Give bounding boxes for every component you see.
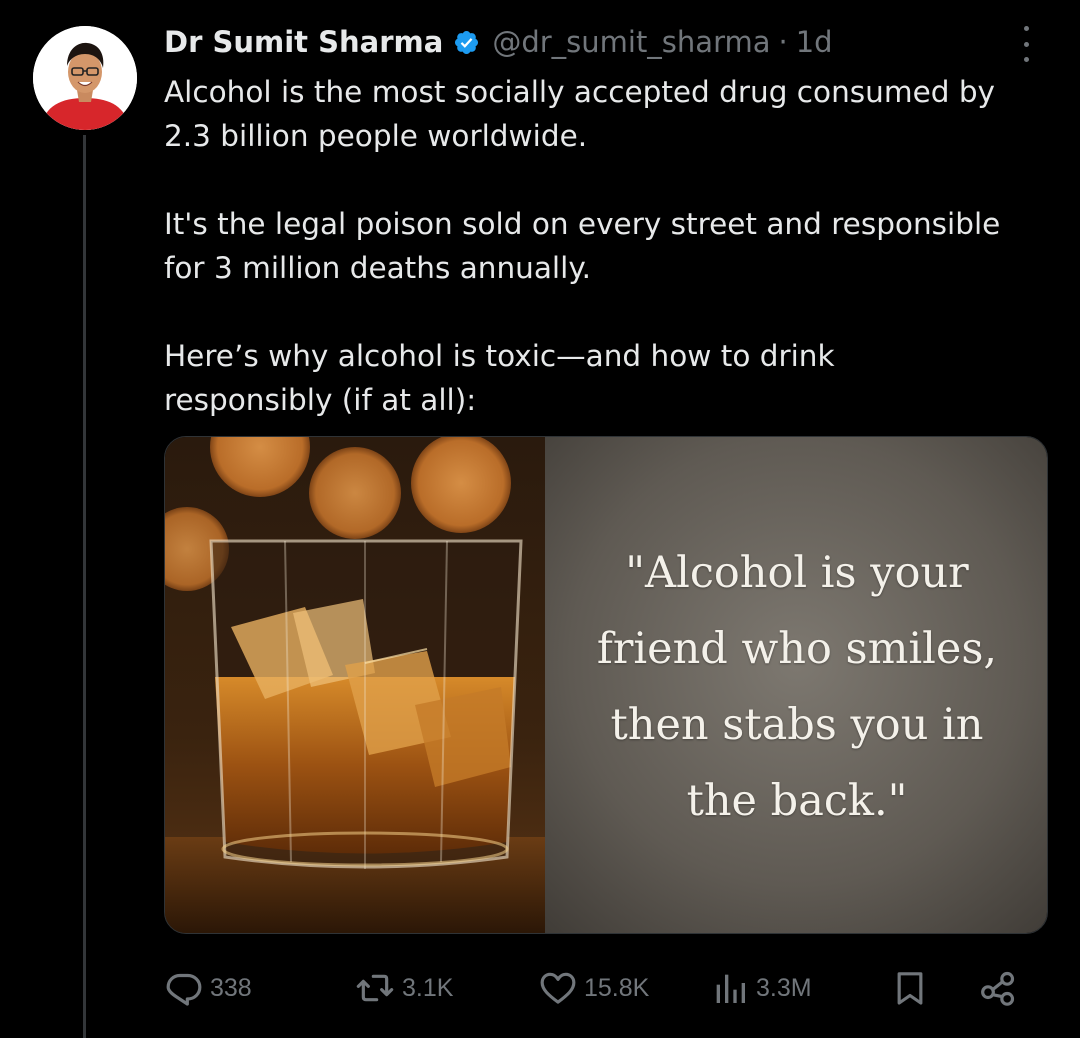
repost-button[interactable]: 3.1K xyxy=(354,964,453,1012)
views-button[interactable]: 3.3M xyxy=(710,964,812,1012)
reply-icon xyxy=(166,973,202,1006)
like-count: 15.8K xyxy=(584,973,650,1002)
tweet-paragraph: Here’s why alcohol is toxic—and how to d… xyxy=(164,334,1054,422)
tweet-paragraph: It's the legal poison sold on every stre… xyxy=(164,202,1054,290)
quote-line: friend who smiles, xyxy=(596,624,998,674)
tweet-text: Alcohol is the most socially accepted dr… xyxy=(164,70,1054,422)
share-button[interactable] xyxy=(978,964,1018,1012)
repost-icon xyxy=(356,974,394,1002)
quote-line: then stabs you in xyxy=(610,700,984,750)
tweet-action-bar: 338 3.1K 15.8K 3.3M xyxy=(164,964,1044,1012)
tweet-header: Dr Sumit Sharma @dr_sumit_sharma · 1d xyxy=(164,20,1044,64)
views-icon xyxy=(716,974,745,1003)
tweet-line: It's the legal poison sold on every stre… xyxy=(164,207,1001,241)
avatar[interactable] xyxy=(33,26,137,130)
quote-line: the back." xyxy=(686,776,908,826)
tweet-line: for 3 million deaths annually. xyxy=(164,251,591,285)
bookmark-icon xyxy=(897,972,923,1005)
views-count: 3.3M xyxy=(756,973,812,1002)
repost-count: 3.1K xyxy=(402,973,454,1002)
author-display-name[interactable]: Dr Sumit Sharma xyxy=(164,25,443,59)
bookmark-button[interactable] xyxy=(890,964,930,1012)
thread-connector-line xyxy=(83,135,86,1038)
time-separator: · xyxy=(778,25,788,59)
verified-badge-icon xyxy=(455,30,479,54)
tweet-paragraph: Alcohol is the most socially accepted dr… xyxy=(164,70,1054,158)
like-icon xyxy=(540,972,576,1004)
reply-button[interactable]: 338 xyxy=(164,964,252,1012)
tweet-line: Alcohol is the most socially accepted dr… xyxy=(164,75,995,109)
tweet-line: 2.3 billion people worldwide. xyxy=(164,119,588,153)
like-button[interactable]: 15.8K xyxy=(538,964,649,1012)
share-icon xyxy=(981,971,1015,1006)
reply-count: 338 xyxy=(210,973,252,1002)
tweet-timestamp[interactable]: 1d xyxy=(796,25,833,59)
more-icon[interactable] xyxy=(1012,26,1040,62)
tweet-line: responsibly (if at all): xyxy=(164,383,477,417)
tweet-line: Here’s why alcohol is toxic—and how to d… xyxy=(164,339,835,373)
quote-line: "Alcohol is your xyxy=(625,548,969,598)
tweet-media-image[interactable]: "Alcohol is your friend who smiles, then… xyxy=(164,436,1048,934)
media-quote-text: "Alcohol is your friend who smiles, then… xyxy=(545,535,1047,839)
author-handle[interactable]: @dr_sumit_sharma xyxy=(492,25,770,59)
